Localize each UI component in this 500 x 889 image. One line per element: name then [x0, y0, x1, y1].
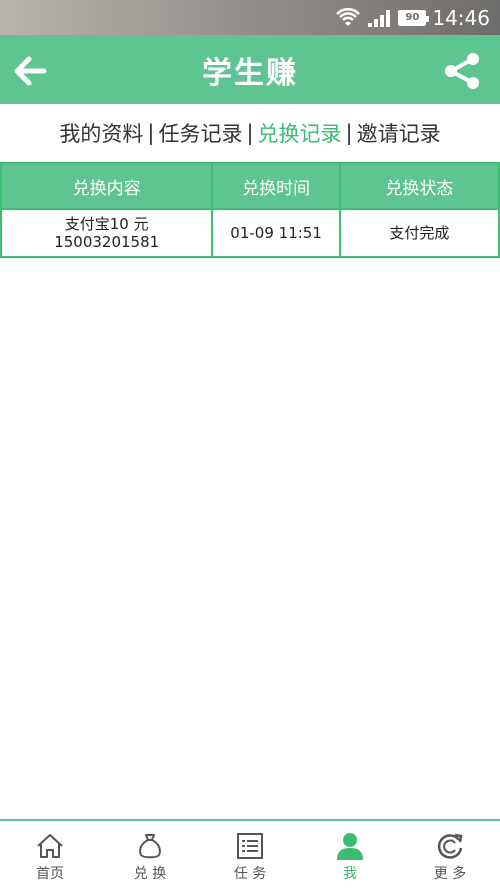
bottom-nav: 首页 兑 换 任 务 我 更 多	[0, 819, 500, 889]
header-exchange-status: 兑换状态	[338, 162, 500, 210]
nav-more[interactable]: 更 多	[400, 821, 500, 889]
status-bar: 90 14:46	[0, 0, 500, 35]
nav-exchange-label: 兑 换	[133, 866, 167, 882]
cell-exchange-time: 01-09 11:51	[211, 208, 341, 258]
home-icon	[37, 834, 63, 858]
page-title: 学生赚	[202, 55, 298, 91]
table-row: 支付宝10 元 15003201581 01-09 11:51 支付完成	[0, 208, 500, 258]
app-bar: 学生赚	[0, 35, 500, 104]
back-arrow-icon[interactable]	[10, 51, 50, 91]
record-tabs: 我的资料 | 任务记录 | 兑换记录 | 邀请记录	[0, 104, 500, 162]
refresh-more-icon	[437, 833, 463, 859]
tab-exchange-records[interactable]: 兑换记录	[258, 118, 342, 148]
tab-separator: |	[147, 121, 155, 145]
nav-more-label: 更 多	[433, 866, 467, 882]
wifi-icon	[336, 7, 361, 26]
nav-tasks-label: 任 务	[233, 866, 267, 882]
exchange-item: 支付宝10 元	[64, 215, 149, 233]
header-exchange-time: 兑换时间	[211, 162, 341, 210]
exchange-records-table: 兑换内容 兑换时间 兑换状态 支付宝10 元 15003201581 01-09…	[0, 162, 500, 258]
clock: 14:46	[432, 5, 490, 30]
nav-me[interactable]: 我	[300, 821, 400, 889]
money-bag-icon	[139, 834, 161, 859]
table-header-row: 兑换内容 兑换时间 兑换状态	[0, 162, 500, 210]
nav-exchange[interactable]: 兑 换	[100, 821, 200, 889]
tab-separator: |	[246, 121, 254, 145]
share-icon[interactable]	[442, 51, 482, 91]
nav-me-label: 我	[343, 866, 357, 882]
cell-exchange-content: 支付宝10 元 15003201581	[0, 208, 214, 258]
signal-icon	[368, 9, 391, 27]
nav-tasks[interactable]: 任 务	[200, 821, 300, 889]
nav-home[interactable]: 首页	[0, 821, 100, 889]
user-icon	[337, 833, 363, 860]
exchange-account: 15003201581	[54, 233, 160, 251]
header-exchange-content: 兑换内容	[0, 162, 214, 210]
tab-separator: |	[345, 121, 353, 145]
cell-exchange-status: 支付完成	[338, 208, 500, 258]
tab-task-records[interactable]: 任务记录	[158, 118, 242, 148]
tab-invite-records[interactable]: 邀请记录	[357, 118, 441, 148]
tab-my-profile[interactable]: 我的资料	[59, 118, 143, 148]
battery-icon: 90	[398, 9, 430, 26]
nav-home-label: 首页	[36, 866, 64, 882]
task-list-icon	[237, 833, 263, 859]
